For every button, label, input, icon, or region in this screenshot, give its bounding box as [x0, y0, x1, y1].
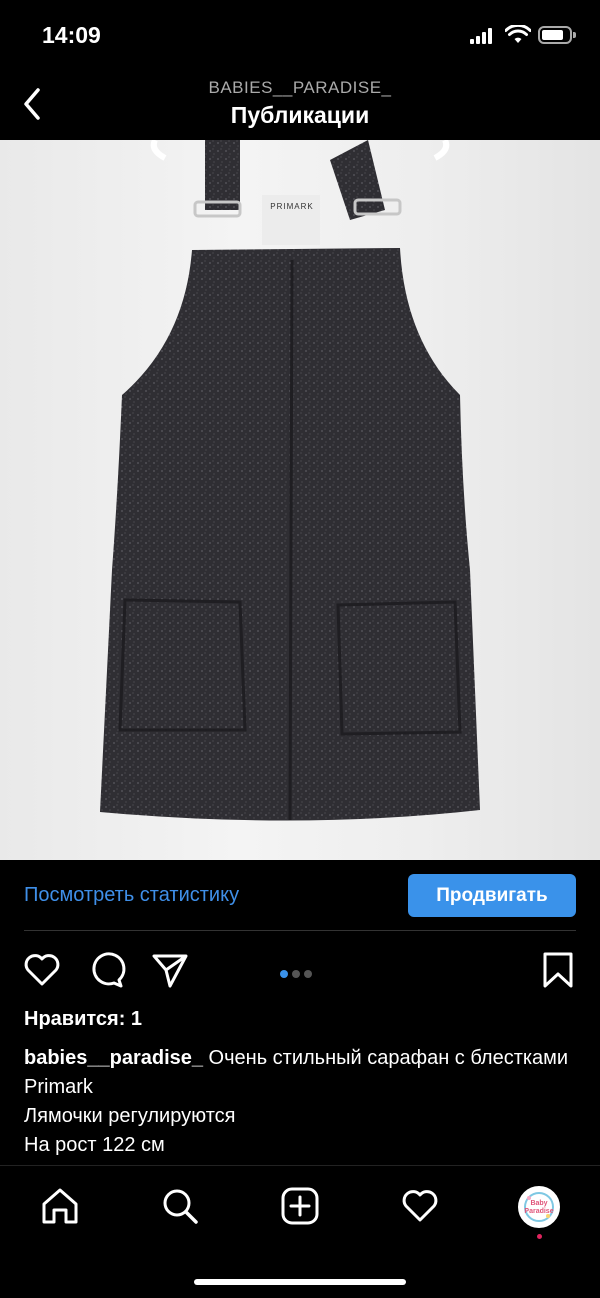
battery-icon [538, 26, 576, 44]
post-actions [0, 946, 600, 994]
notification-dot [537, 1234, 542, 1239]
carousel-indicator [280, 965, 316, 983]
brand-label: PRIMARK [270, 202, 314, 211]
comment-icon[interactable] [86, 950, 126, 990]
carousel-dot [304, 970, 312, 978]
caption-username[interactable]: babies__paradise_ [24, 1047, 203, 1069]
stats-row: Посмотреть статистику Продвигать [0, 860, 600, 932]
cellular-signal-icon [470, 28, 492, 44]
search-icon[interactable] [160, 1186, 200, 1226]
new-post-icon[interactable] [280, 1186, 320, 1226]
wifi-icon [505, 25, 531, 43]
home-icon[interactable] [40, 1186, 80, 1226]
status-bar: 14:09 [0, 0, 600, 70]
caption-line-3: На рост 122 см [24, 1134, 165, 1156]
post-photo[interactable]: PRIMARK [0, 140, 600, 860]
dress-image [100, 140, 480, 821]
caption-line-1: babies__paradise_ Очень стильный сарафан… [24, 1044, 584, 1102]
bookmark-icon[interactable] [540, 950, 576, 990]
activity-heart-icon[interactable] [400, 1186, 440, 1226]
page-title: Публикации [230, 102, 370, 128]
status-time: 14:09 [42, 22, 101, 48]
heart-icon[interactable] [22, 950, 62, 990]
caption-line-2: Лямочки регулируются [24, 1105, 236, 1127]
header: BABIES__PARADISE_ Публикации [0, 70, 600, 140]
promote-button[interactable]: Продвигать [408, 874, 576, 917]
view-insights-link[interactable]: Посмотреть статистику [24, 884, 239, 907]
profile-avatar[interactable]: Baby Paradise [518, 1186, 560, 1228]
share-icon[interactable] [150, 950, 190, 990]
divider [24, 930, 576, 931]
home-indicator[interactable] [194, 1279, 406, 1285]
header-username: BABIES__PARADISE_ [208, 78, 392, 97]
carousel-dot [292, 970, 300, 978]
likes-count[interactable]: Нравится: 1 [24, 1008, 142, 1031]
post-caption: babies__paradise_ Очень стильный сарафан… [24, 1044, 584, 1160]
carousel-dot [280, 970, 288, 978]
tab-bar: Baby Paradise [0, 1166, 600, 1246]
avatar-text: Baby Paradise [524, 1200, 554, 1215]
